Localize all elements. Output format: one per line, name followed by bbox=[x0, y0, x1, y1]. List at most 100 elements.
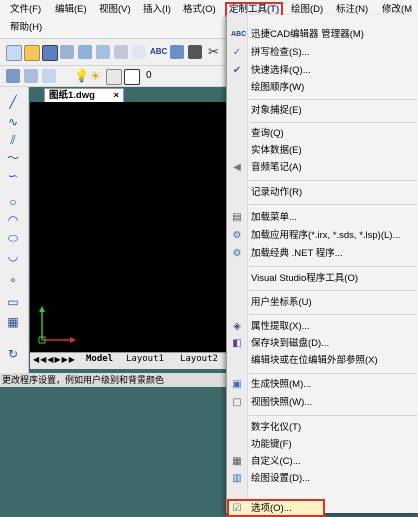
menu-item-manager[interactable]: 迅捷CAD编辑器 管理器(M) bbox=[251, 28, 364, 42]
sun-icon[interactable]: ☀ bbox=[90, 69, 104, 83]
menu-help[interactable]: 帮助(H) bbox=[10, 20, 42, 35]
layer-color-icon[interactable] bbox=[124, 69, 140, 85]
menu-format[interactable]: 格式(O) bbox=[183, 2, 216, 17]
menu-separator bbox=[249, 122, 417, 123]
menu-item-view-snapshot[interactable]: 视图快照(W)... bbox=[251, 396, 312, 410]
attribute-icon: ◈ bbox=[233, 321, 241, 332]
customize-icon: ▦ bbox=[232, 456, 242, 467]
menu-separator bbox=[249, 373, 417, 374]
menu-separator bbox=[249, 290, 417, 291]
menu-insert[interactable]: 插入(I) bbox=[143, 2, 171, 17]
menu-item-audio-note[interactable]: 音频笔记(A) bbox=[251, 161, 302, 175]
menu-item-inquiry[interactable]: 查询(Q) bbox=[251, 127, 284, 141]
menu-item-function-keys[interactable]: 功能键(F) bbox=[251, 438, 292, 452]
save-icon[interactable] bbox=[42, 45, 58, 61]
rotate-icon[interactable]: ↻ bbox=[5, 347, 21, 361]
new-file-icon[interactable] bbox=[6, 45, 22, 61]
layer-manager-icon[interactable] bbox=[6, 69, 20, 83]
menu-separator bbox=[249, 314, 417, 315]
menu-file[interactable]: 文件(F) bbox=[10, 2, 41, 17]
save-block-icon: ◧ bbox=[232, 338, 242, 349]
spellcheck-icon[interactable]: ABC bbox=[150, 45, 167, 59]
menu-item-load-application[interactable]: 加载应用程序(*.irx, *.sds, *.lsp)(L)... bbox=[251, 229, 400, 243]
menu-separator bbox=[249, 99, 417, 100]
custom-tools-menu: ABC 迅捷CAD编辑器 管理器(M) ✓ 拼写检查(S)... ✔ 快速选择(… bbox=[226, 15, 418, 517]
menu-view[interactable]: 视图(V) bbox=[99, 2, 131, 17]
ellipse-icon[interactable]: ⬭ bbox=[5, 231, 21, 245]
gear-icon: ⚙ bbox=[232, 230, 242, 241]
menu-item-visual-studio[interactable]: Visual Studio程序工具(O) bbox=[251, 272, 358, 286]
page-setup-icon[interactable] bbox=[96, 45, 110, 59]
menu-item-customize[interactable]: 自定义(C)... bbox=[251, 455, 301, 469]
standard-toolbar: ABC ✂ bbox=[0, 39, 230, 66]
check-icon[interactable] bbox=[170, 45, 184, 59]
load-menu-icon: ▤ bbox=[232, 212, 242, 223]
layer-state-icon[interactable] bbox=[24, 69, 38, 83]
xline-icon[interactable]: ⫽ bbox=[5, 133, 21, 147]
tab-layout1[interactable]: Layout1 bbox=[126, 354, 164, 364]
menu-item-save-block[interactable]: 保存块到磁盘(D)... bbox=[251, 337, 329, 351]
menu-item-load-dotnet[interactable]: 加载经典 .NET 程序... bbox=[251, 247, 343, 261]
tab-layout2[interactable]: Layout2 bbox=[180, 354, 218, 364]
menu-edit[interactable]: 编辑(E) bbox=[55, 2, 87, 17]
point-icon[interactable]: ∘ bbox=[5, 273, 21, 287]
menu-item-spellcheck[interactable]: 拼写检查(S)... bbox=[251, 46, 310, 60]
options-icon: ☑ bbox=[232, 503, 242, 514]
document-tab-label: 图纸1.dwg bbox=[49, 90, 95, 101]
rectangle-icon[interactable]: ▭ bbox=[5, 295, 21, 309]
layer-name-field[interactable]: 0 bbox=[146, 69, 152, 83]
layer-previous-icon[interactable] bbox=[42, 69, 56, 83]
lock-icon[interactable] bbox=[106, 69, 122, 85]
status-bar: 更改程序设置，例如用户级别和背景颜色 bbox=[0, 373, 230, 387]
cut-icon[interactable]: ✂ bbox=[208, 45, 222, 59]
menu-item-draw-settings[interactable]: 绘图设置(D)... bbox=[251, 472, 310, 486]
menu-item-edit-block[interactable]: 编辑块或在位编辑外部参照(X) bbox=[251, 354, 378, 368]
menu-item-draw-order[interactable]: 绘图顺序(W) bbox=[251, 81, 304, 95]
freehand-icon[interactable]: ∽ bbox=[5, 169, 21, 183]
line-icon[interactable]: ╱ bbox=[5, 95, 21, 109]
menu-item-options[interactable]: 选项(O)... bbox=[251, 502, 292, 516]
tab-model[interactable]: Model bbox=[86, 354, 113, 364]
ellipse-arc-icon[interactable]: ◡ bbox=[5, 249, 21, 263]
polyline-icon[interactable]: ∿ bbox=[5, 115, 21, 129]
gear-icon: ⚙ bbox=[232, 248, 242, 259]
draw-toolbar: ╱ ∿ ⫽ 〜 ∽ ○ ◠ ⬭ ◡ ∘ ▭ ▦ ↻ bbox=[0, 87, 29, 373]
hatch-icon[interactable]: ▦ bbox=[5, 315, 21, 329]
view-snapshot-icon: ▢ bbox=[232, 397, 242, 408]
status-text: 更改程序设置，例如用户级别和背景颜色 bbox=[2, 375, 165, 385]
binoculars-icon[interactable] bbox=[188, 45, 202, 59]
menu-item-osnap[interactable]: 对象捕捉(E) bbox=[251, 104, 302, 118]
spline-icon[interactable]: 〜 bbox=[5, 151, 21, 165]
menu-separator bbox=[249, 266, 417, 267]
zoom-icon[interactable] bbox=[132, 45, 146, 59]
menu-item-record-action[interactable]: 记录动作(R) bbox=[251, 186, 302, 200]
view-icon[interactable] bbox=[114, 45, 128, 59]
menu-separator bbox=[249, 415, 417, 416]
menu-item-attribute-extract[interactable]: 属性提取(X)... bbox=[251, 320, 310, 334]
draw-settings-icon: ▥ bbox=[232, 473, 242, 484]
menu-item-load-menu[interactable]: 加载菜单... bbox=[251, 211, 297, 225]
close-icon[interactable]: × bbox=[113, 89, 119, 103]
menu-separator bbox=[249, 204, 417, 205]
tab-nav-arrows-icon[interactable]: ◀◀◀▶▶▶ bbox=[33, 355, 76, 364]
audio-icon: ◀ bbox=[233, 162, 241, 173]
print-icon[interactable] bbox=[60, 45, 74, 59]
menu-item-ucs[interactable]: 用户坐标系(U) bbox=[251, 296, 312, 310]
menu-item-entity-data[interactable]: 实体数据(E) bbox=[251, 144, 302, 158]
menu-separator bbox=[249, 180, 417, 181]
layout-tab-bar: ◀◀◀▶▶▶ Model Layout1 Layout2 bbox=[30, 352, 230, 369]
spellcheck-icon: ✓ bbox=[232, 47, 242, 58]
print-preview-icon[interactable] bbox=[78, 45, 92, 59]
arc-icon[interactable]: ◠ bbox=[5, 213, 21, 227]
abc-icon: ABC bbox=[231, 31, 247, 38]
drawing-canvas[interactable] bbox=[30, 102, 230, 352]
menu-item-quick-select[interactable]: 快速选择(Q)... bbox=[251, 64, 311, 78]
menu-item-make-snapshot[interactable]: 生成快照(M)... bbox=[251, 378, 311, 392]
menu-icon-gutter bbox=[227, 15, 248, 513]
lightbulb-icon[interactable]: 💡 bbox=[74, 69, 89, 83]
document-tab[interactable]: 图纸1.dwg × bbox=[44, 88, 124, 102]
circle-icon[interactable]: ○ bbox=[5, 195, 21, 209]
menu-item-digitizer[interactable]: 数字化仪(T) bbox=[251, 421, 301, 435]
quick-select-icon: ✔ bbox=[232, 65, 242, 76]
open-folder-icon[interactable] bbox=[24, 45, 40, 61]
